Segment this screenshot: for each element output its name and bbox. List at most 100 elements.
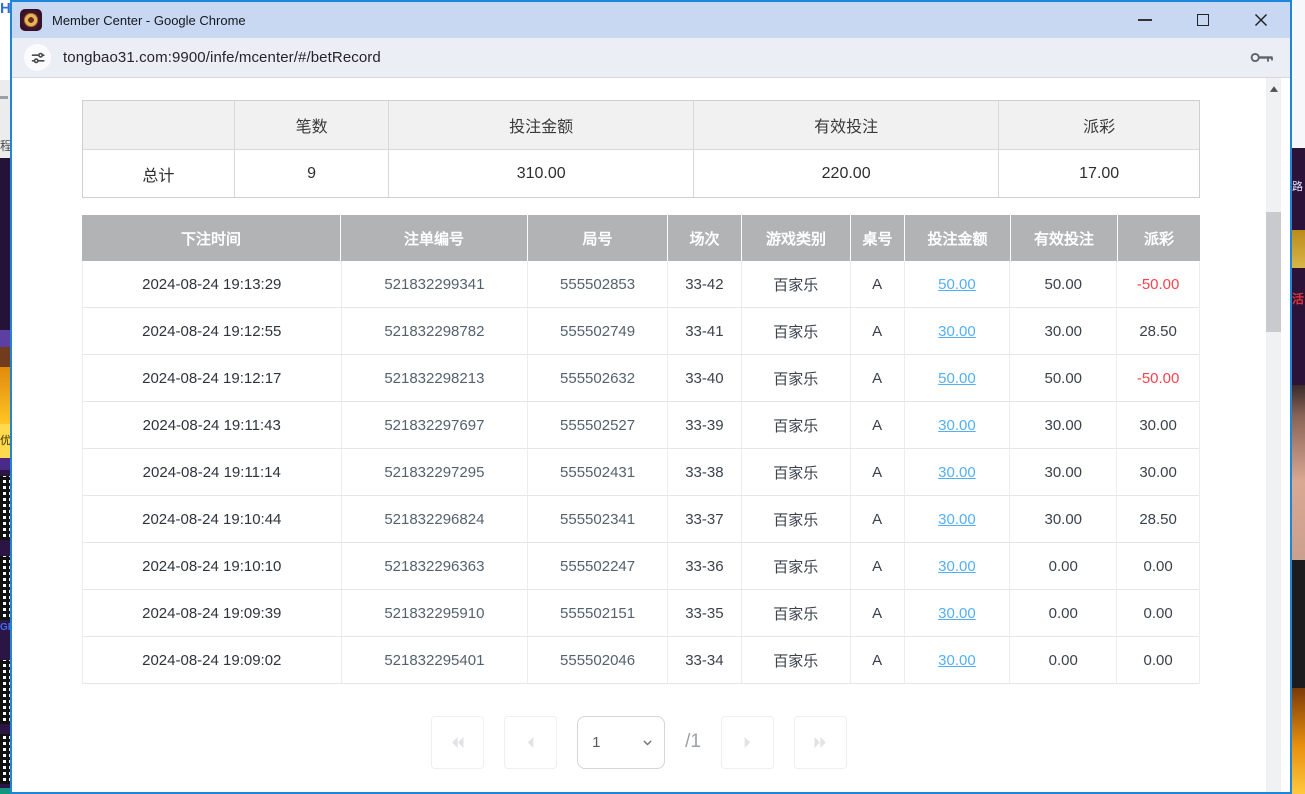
- cell-table-number: A: [851, 355, 905, 401]
- minimize-icon: [1138, 19, 1152, 21]
- cell-session: 33-40: [668, 355, 742, 401]
- table-row: 2024-08-24 19:09:39521832295910555502151…: [83, 590, 1199, 637]
- cell-session: 33-39: [668, 402, 742, 448]
- cell-bet-time: 2024-08-24 19:12:17: [83, 355, 342, 401]
- cell-bet-time: 2024-08-24 19:09:02: [83, 637, 342, 683]
- previous-page-button[interactable]: [504, 716, 557, 769]
- cell-payout: 30.00: [1117, 449, 1199, 495]
- bet-amount-link[interactable]: 50.00: [938, 370, 976, 387]
- cell-bet-order-number: 521832298782: [342, 308, 529, 354]
- page-content: 笔数 投注金额 有效投注 派彩 总计 9 310.00 220.00 17.00…: [12, 78, 1290, 792]
- bet-amount-link[interactable]: 30.00: [938, 464, 976, 481]
- url-text[interactable]: tongbao31.com:9900/infe/mcenter/#/betRec…: [63, 49, 381, 66]
- background-page-right: 路 活: [1292, 0, 1305, 794]
- cell-table-number: A: [851, 543, 905, 589]
- cell-valid-bet: 30.00: [1010, 308, 1117, 354]
- key-icon: [1249, 48, 1276, 67]
- col-header-game-type: 游戏类别: [742, 215, 851, 261]
- table-row: 2024-08-24 19:09:02521832295401555502046…: [83, 637, 1199, 684]
- cell-table-number: A: [851, 590, 905, 636]
- cell-table-number: A: [851, 637, 905, 683]
- page-select-value: 1: [592, 734, 641, 751]
- window-titlebar: Member Center - Google Chrome: [12, 2, 1290, 38]
- cell-valid-bet: 50.00: [1010, 355, 1117, 401]
- cell-bet-time: 2024-08-24 19:11:14: [83, 449, 342, 495]
- password-manager-button[interactable]: [1249, 48, 1276, 67]
- favicon-emblem: [24, 13, 38, 27]
- scroll-up-button[interactable]: [1266, 82, 1281, 96]
- cell-game-type: 百家乐: [742, 355, 851, 401]
- table-row: 2024-08-24 19:12:17521832298213555502632…: [83, 355, 1199, 402]
- cell-payout: -50.00: [1117, 261, 1199, 307]
- cell-bet-time: 2024-08-24 19:10:10: [83, 543, 342, 589]
- background-dash: [0, 96, 8, 99]
- cell-bet-order-number: 521832297295: [342, 449, 529, 495]
- bet-amount-link[interactable]: 50.00: [938, 276, 976, 293]
- first-page-button[interactable]: [431, 716, 484, 769]
- scrollbar[interactable]: [1266, 78, 1281, 792]
- chrome-popup-window: Member Center - Google Chrome: [10, 0, 1292, 794]
- bet-amount-link[interactable]: 30.00: [938, 558, 976, 575]
- last-page-button[interactable]: [794, 716, 847, 769]
- maximize-button[interactable]: [1180, 5, 1226, 35]
- cell-payout: 28.50: [1117, 308, 1199, 354]
- background-qr-code: [0, 556, 10, 620]
- cell-session: 33-37: [668, 496, 742, 542]
- cell-valid-bet: 30.00: [1010, 496, 1117, 542]
- cell-bet-amount: 30.00: [905, 637, 1011, 683]
- bet-amount-link[interactable]: 30.00: [938, 511, 976, 528]
- cell-session: 33-35: [668, 590, 742, 636]
- col-header-session: 场次: [668, 215, 742, 261]
- first-page-icon: [450, 735, 465, 750]
- cell-valid-bet: 0.00: [1010, 590, 1117, 636]
- cell-bet-order-number: 521832295401: [342, 637, 529, 683]
- site-favicon-icon: [20, 9, 42, 31]
- col-header-bet-amount: 投注金额: [905, 215, 1011, 261]
- cell-game-type: 百家乐: [742, 402, 851, 448]
- bet-amount-link[interactable]: 30.00: [938, 605, 976, 622]
- cell-valid-bet: 0.00: [1010, 637, 1117, 683]
- bet-table-header-row: 下注时间注单编号局号场次游戏类别桌号投注金额有效投注派彩: [82, 215, 1200, 261]
- cell-round-number: 555502527: [528, 402, 668, 448]
- cell-session: 33-36: [668, 543, 742, 589]
- scrollbar-thumb[interactable]: [1266, 212, 1281, 332]
- summary-table: 笔数 投注金额 有效投注 派彩 总计 9 310.00 220.00 17.00: [82, 100, 1200, 198]
- cell-table-number: A: [851, 449, 905, 495]
- background-gold-graphic: [1292, 230, 1305, 268]
- cell-bet-order-number: 521832299341: [342, 261, 529, 307]
- summary-total-label: 总计: [83, 150, 235, 197]
- previous-page-icon: [523, 735, 538, 750]
- close-button[interactable]: [1238, 5, 1284, 35]
- background-fragment-huo: 活: [1292, 290, 1304, 307]
- summary-total-row: 总计 9 310.00 220.00 17.00: [83, 150, 1199, 197]
- bet-amount-link[interactable]: 30.00: [938, 652, 976, 669]
- table-row: 2024-08-24 19:11:14521832297295555502431…: [83, 449, 1199, 496]
- site-info-button[interactable]: [24, 44, 51, 71]
- cell-bet-amount: 30.00: [905, 590, 1011, 636]
- cell-game-type: 百家乐: [742, 261, 851, 307]
- scroll-up-arrow-icon: [1269, 85, 1279, 93]
- bet-amount-link[interactable]: 30.00: [938, 323, 976, 340]
- cell-game-type: 百家乐: [742, 590, 851, 636]
- background-qr-code: [0, 734, 10, 784]
- cell-session: 33-41: [668, 308, 742, 354]
- table-row: 2024-08-24 19:12:55521832298782555502749…: [83, 308, 1199, 355]
- background-fragment-cheng: 程: [0, 137, 10, 154]
- cell-bet-time: 2024-08-24 19:13:29: [83, 261, 342, 307]
- pagination: 1 /1: [12, 715, 1266, 769]
- minimize-button[interactable]: [1122, 5, 1168, 35]
- cell-valid-bet: 30.00: [1010, 449, 1117, 495]
- screen: H 程 优 GF 路 活: [0, 0, 1305, 794]
- col-header-round-number: 局号: [528, 215, 668, 261]
- col-header-table-number: 桌号: [851, 215, 905, 261]
- cell-bet-amount: 50.00: [905, 261, 1011, 307]
- bet-record-table: 下注时间注单编号局号场次游戏类别桌号投注金额有效投注派彩 2024-08-24 …: [82, 215, 1200, 684]
- background-fragment-lu: 路: [1292, 178, 1303, 194]
- cell-bet-order-number: 521832296363: [342, 543, 529, 589]
- bet-amount-link[interactable]: 30.00: [938, 417, 976, 434]
- page-select[interactable]: 1: [577, 716, 665, 769]
- next-page-button[interactable]: [721, 716, 774, 769]
- cell-bet-time: 2024-08-24 19:09:39: [83, 590, 342, 636]
- cell-bet-order-number: 521832298213: [342, 355, 529, 401]
- cell-round-number: 555502853: [528, 261, 668, 307]
